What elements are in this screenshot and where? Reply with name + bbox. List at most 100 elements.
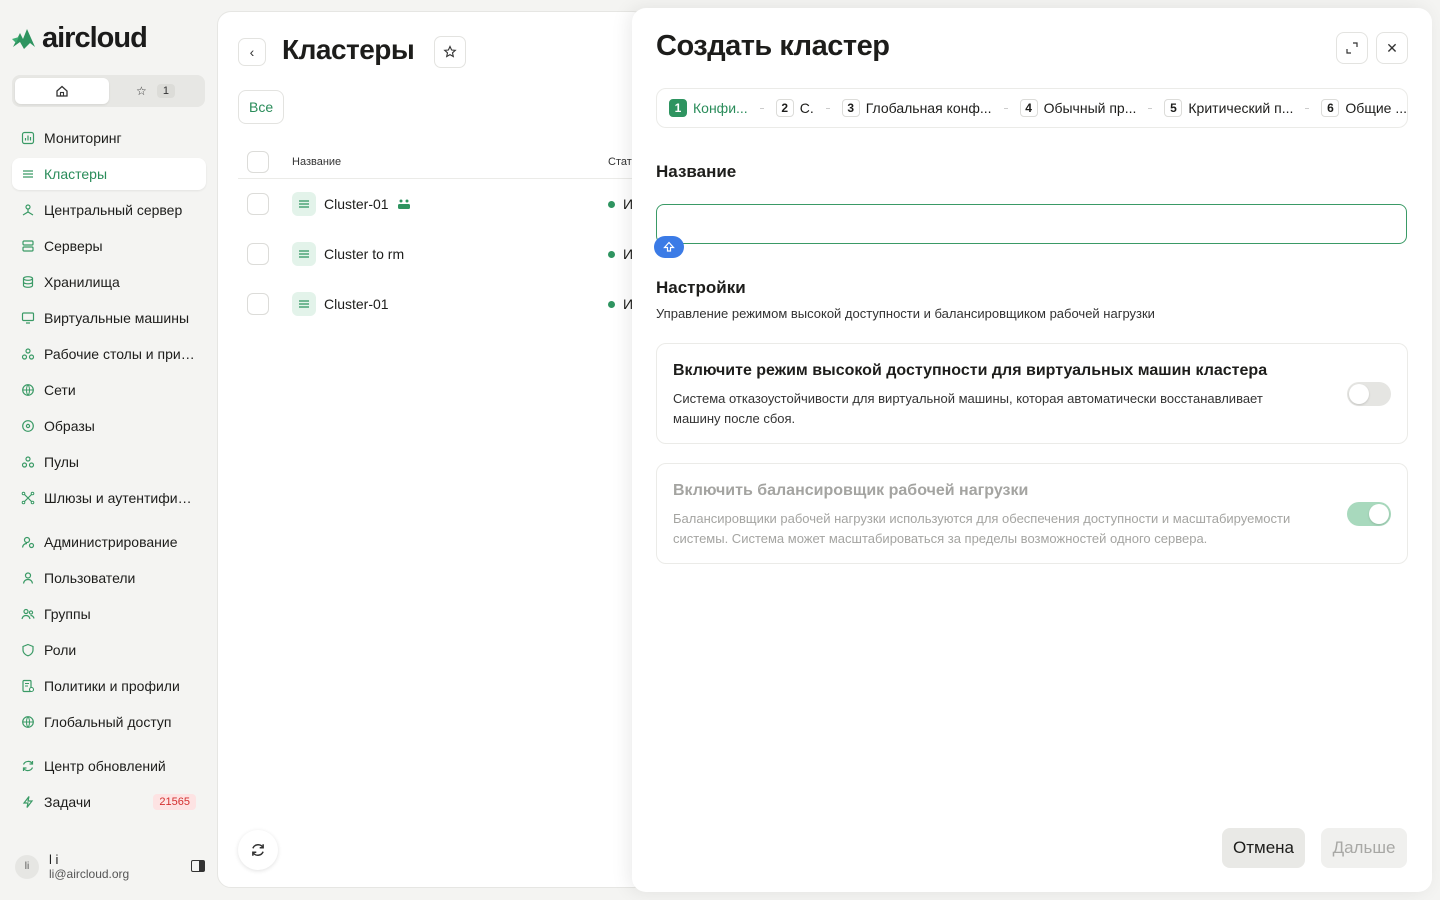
input-helper-icon[interactable] [654, 236, 684, 258]
layers-icon [23, 170, 33, 178]
cluster-name-input[interactable] [656, 204, 1407, 244]
sidebar-item-networks[interactable]: Сети [12, 374, 206, 406]
sidebar-item-label: Сети [44, 382, 76, 398]
sidebar-item-desktops[interactable]: Рабочие столы и прил... [12, 338, 206, 370]
sidebar-item-label: Центральный сервер [44, 202, 183, 218]
cluster-icon [292, 242, 316, 266]
expand-button[interactable] [1336, 32, 1368, 64]
cluster-name: Cluster to rm [324, 246, 405, 262]
star-icon [443, 45, 457, 58]
sidebar-item-label: Политики и профили [44, 678, 180, 694]
favorites-tab[interactable]: ☆ 1 [109, 78, 202, 104]
star-icon: ☆ [136, 84, 147, 98]
home-tab[interactable] [15, 78, 109, 104]
user-icon [22, 572, 34, 584]
step-1[interactable]: 1 Конфи... [669, 99, 748, 117]
sidebar-item-label: Администрирование [44, 534, 178, 550]
sidebar-item-label: Образы [44, 418, 95, 434]
database-icon [22, 276, 34, 288]
select-all-checkbox[interactable] [247, 150, 269, 173]
lb-setting-title: Включить балансировщик рабочей нагрузки [673, 482, 1029, 499]
sidebar-item-roles[interactable]: Роли [12, 634, 206, 666]
refresh-icon [252, 844, 264, 856]
sidebar-item-storage[interactable]: Хранилища [12, 266, 206, 298]
disc-icon [22, 420, 34, 432]
sidebar-item-label: Мониторинг [44, 130, 122, 146]
step-3[interactable]: 3 Глобальная конф... [841, 99, 992, 117]
row-checkbox[interactable] [247, 293, 269, 315]
sidebar-item-pools[interactable]: Пулы [12, 446, 206, 478]
tag-icon [397, 199, 410, 209]
table-row[interactable]: Cluster to rm И [238, 229, 638, 279]
sidebar-item-label: Роли [44, 642, 77, 658]
refresh-button[interactable] [238, 830, 278, 870]
step-6[interactable]: 6 Общие ... [1321, 99, 1407, 117]
favorites-count: 1 [156, 84, 175, 98]
table-row[interactable]: Cluster-01 И [238, 179, 638, 229]
sidebar-toggle-icon[interactable] [191, 860, 205, 872]
sidebar-item-label: Глобальный доступ [44, 714, 172, 730]
logo[interactable]: aircloud [10, 22, 148, 55]
quick-access-tabs: ☆ 1 [12, 75, 205, 107]
step-5[interactable]: 5 Критический п... [1164, 99, 1293, 117]
sidebar-item-label: Группы [44, 606, 91, 622]
sidebar-item-administration[interactable]: Администрирование [12, 526, 206, 558]
sidebar-item-label: Серверы [44, 238, 103, 254]
sidebar-item-update-center[interactable]: Центр обновлений [12, 750, 206, 782]
wizard-steps: 1 Конфи... 2 С. 3 Глобальная конф... 4 Обычн… [656, 88, 1408, 128]
sidebar-item-groups[interactable]: Группы [12, 598, 206, 630]
sidebar-nav: Мониторинг Кластеры Центральный сервер С… [12, 122, 206, 822]
sidebar-item-tasks[interactable]: Задачи 21565 [12, 786, 206, 818]
status-dot [608, 300, 615, 308]
next-button: Дальше [1321, 828, 1407, 868]
cancel-button[interactable]: Отмена [1222, 828, 1305, 868]
sidebar-item-global-access[interactable]: Глобальный доступ [12, 706, 206, 738]
sidebar-item-servers[interactable]: Серверы [12, 230, 206, 262]
user-name: l i [49, 852, 59, 867]
avatar: li [15, 854, 39, 879]
back-button[interactable]: ‹ [238, 38, 266, 66]
lb-setting-description: Балансировщики рабочей нагрузки использу… [673, 511, 1291, 546]
cluster-name: Cluster-01 [324, 196, 389, 212]
user-profile[interactable]: li l i li@aircloud.org [15, 852, 205, 881]
sidebar-item-policies[interactable]: Политики и профили [12, 670, 206, 702]
table-header: Название Стат [238, 145, 638, 179]
sidebar-item-central-server[interactable]: Центральный сервер [12, 194, 206, 226]
pool-icon [21, 456, 35, 468]
sidebar-item-label: Центр обновлений [44, 758, 166, 774]
sidebar-item-clusters[interactable]: Кластеры [12, 158, 206, 190]
gateway-icon [21, 491, 35, 505]
status-dot [608, 250, 615, 258]
sidebar-item-label: Кластеры [44, 166, 107, 182]
close-icon: ✕ [1386, 39, 1398, 56]
shield-icon [22, 643, 34, 657]
sidebar-item-gateways[interactable]: Шлюзы и аутентифика... [12, 482, 206, 514]
sidebar-item-vms[interactable]: Виртуальные машины [12, 302, 206, 334]
step-2[interactable]: 2 С. [775, 99, 814, 117]
row-checkbox[interactable] [247, 243, 269, 265]
chevron-left-icon: ‹ [249, 44, 255, 60]
step-4[interactable]: 4 Обычный пр... [1019, 99, 1136, 117]
column-header-status[interactable]: Стат [608, 156, 632, 168]
ha-setting-description: Система отказоустойчивости для виртуальн… [673, 391, 1263, 426]
create-cluster-drawer: Создать кластер ✕ 1 Конфи... 2 С. 3 Глобаль… [632, 8, 1432, 892]
user-email: li@aircloud.org [49, 867, 130, 881]
sidebar-item-label: Шлюзы и аутентифика... [44, 490, 196, 506]
sidebar-item-label: Задачи [44, 794, 92, 810]
sidebar-item-monitoring[interactable]: Мониторинг [12, 122, 206, 154]
ha-toggle[interactable] [1347, 382, 1391, 406]
table-row[interactable]: Cluster-01 И [238, 279, 638, 329]
close-button[interactable]: ✕ [1376, 32, 1408, 64]
sidebar-item-label: Хранилища [44, 274, 120, 290]
aircloud-logo-icon [12, 28, 35, 49]
sidebar-item-users[interactable]: Пользователи [12, 562, 206, 594]
cluster-icon [292, 192, 316, 216]
drawer-title: Создать кластер [656, 30, 890, 62]
favorite-button[interactable] [434, 36, 466, 68]
column-header-name[interactable]: Название [292, 156, 608, 168]
sidebar-item-images[interactable]: Образы [12, 410, 206, 442]
bolt-icon [22, 796, 34, 808]
row-checkbox[interactable] [247, 193, 269, 215]
ha-setting-card: Включите режим высокой доступности для в… [656, 343, 1408, 444]
filter-all-button[interactable]: Все [238, 90, 285, 124]
